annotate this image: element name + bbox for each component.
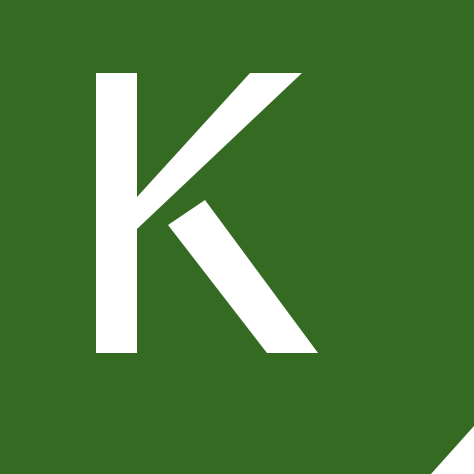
letter-k-stem xyxy=(96,73,137,353)
k-logo-tile xyxy=(0,0,474,474)
logo-background xyxy=(0,0,474,474)
k-logo-graphic xyxy=(0,0,474,474)
